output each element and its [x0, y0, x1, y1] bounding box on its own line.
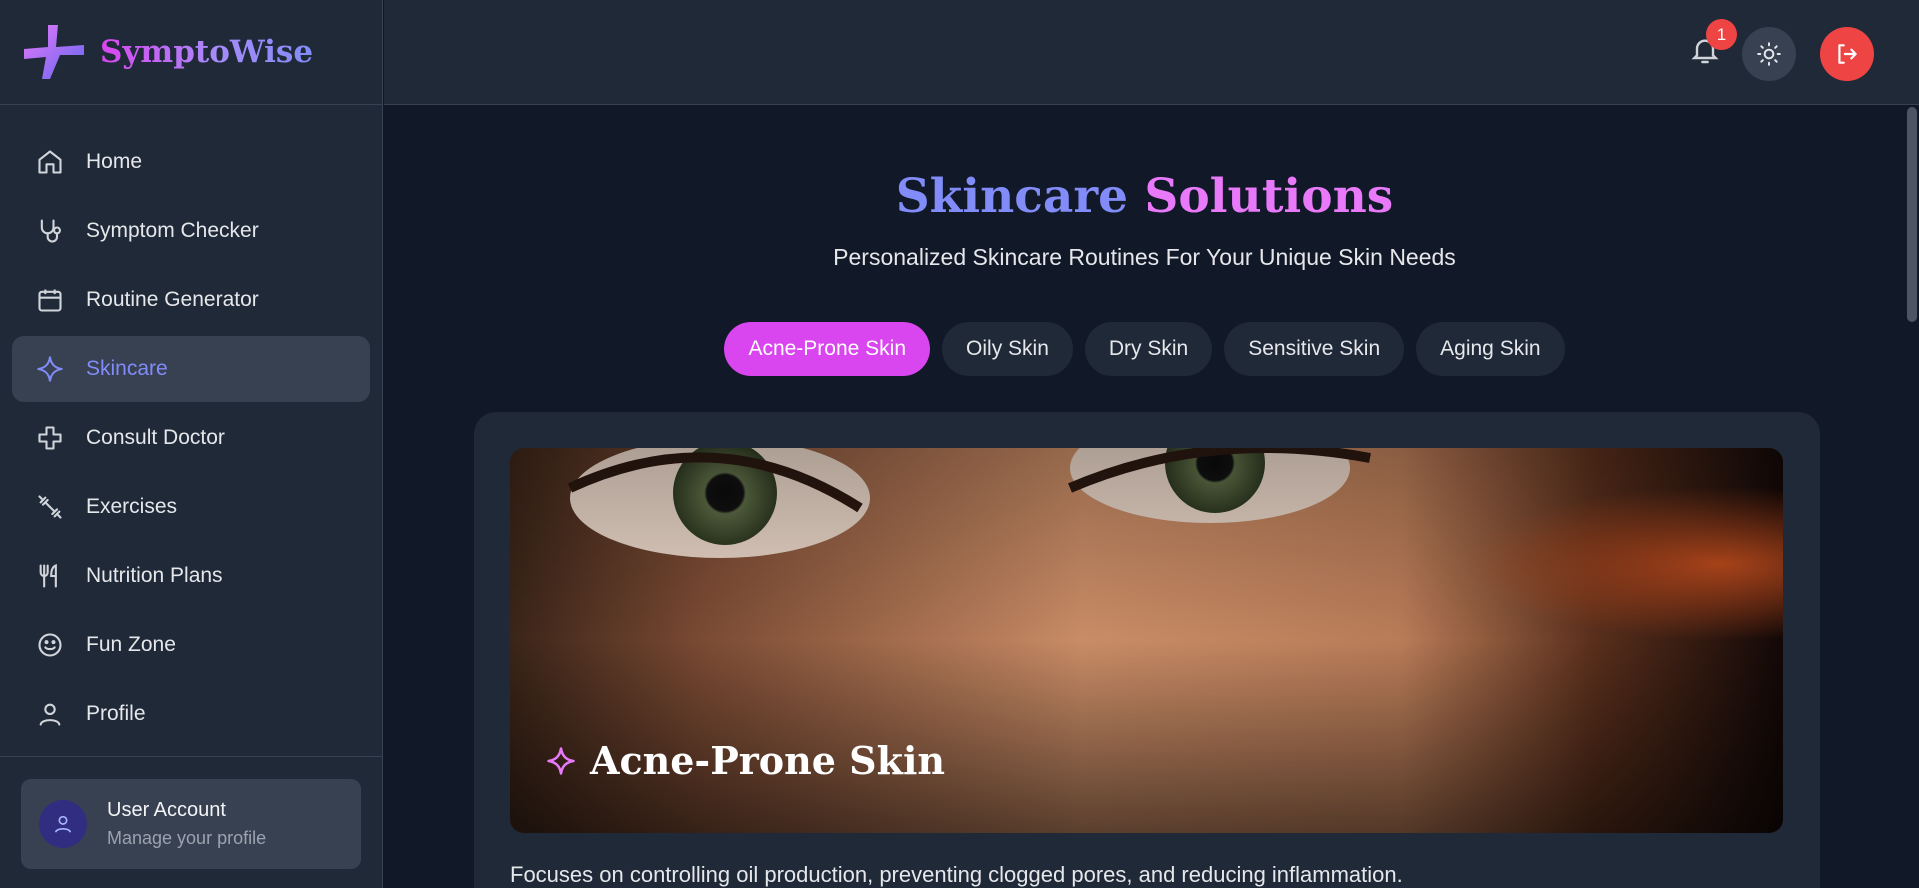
sidebar-item-label: Skincare	[86, 357, 168, 380]
page-title-part1: Skincare	[895, 169, 1129, 224]
brand[interactable]: SymptoWise	[0, 0, 382, 105]
sidebar-item-label: Consult Doctor	[86, 426, 225, 449]
logout-button[interactable]	[1820, 27, 1874, 81]
hero-title: Acne-Prone Skin	[546, 738, 945, 783]
sidebar-item-label: Symptom Checker	[86, 219, 259, 242]
avatar	[39, 800, 87, 848]
sidebar-item-label: Routine Generator	[86, 288, 259, 311]
sidebar-item-routine-generator[interactable]: Routine Generator	[12, 267, 370, 333]
user-icon	[39, 703, 61, 726]
card-description: Focuses on controlling oil production, p…	[510, 862, 1403, 887]
page-subtitle: Personalized Skincare Routines For Your …	[833, 244, 1456, 270]
hero-title-text: Acne-Prone Skin	[590, 738, 946, 783]
skin-type-tabs: Acne-Prone Skin Oily Skin Dry Skin Sensi…	[384, 322, 1905, 376]
sidebar-footer: User Account Manage your profile	[0, 756, 382, 888]
sidebar-item-nutrition-plans[interactable]: Nutrition Plans	[12, 543, 370, 609]
calendar-icon	[38, 289, 62, 312]
skin-type-card: Acne-Prone Skin Focuses on controlling o…	[474, 412, 1820, 888]
theme-toggle-button[interactable]	[1742, 27, 1796, 81]
smile-icon	[38, 633, 62, 657]
notification-badge: 1	[1706, 19, 1737, 50]
sidebar-item-profile[interactable]: Profile	[12, 681, 370, 747]
sidebar-item-label: Fun Zone	[86, 633, 176, 656]
scrollbar-thumb[interactable]	[1907, 107, 1917, 322]
account-card[interactable]: User Account Manage your profile	[21, 779, 361, 869]
sparkle-icon	[37, 356, 63, 382]
main-content: Skincare Solutions Personalized Skincare…	[384, 106, 1905, 888]
tab-sensitive-skin[interactable]: Sensitive Skin	[1224, 322, 1405, 376]
account-name: User Account	[107, 799, 226, 821]
sidebar-item-label: Profile	[86, 702, 146, 725]
page-title-part2: Solutions	[1144, 169, 1394, 224]
sun-icon	[1757, 42, 1781, 66]
sidebar-item-fun-zone[interactable]: Fun Zone	[12, 612, 370, 678]
sparkle-icon	[547, 746, 575, 775]
hero-image: Acne-Prone Skin	[510, 448, 1783, 833]
sidebar-item-home[interactable]: Home	[12, 129, 370, 195]
sidebar-item-label: Home	[86, 150, 143, 173]
user-avatar-icon	[54, 815, 72, 833]
brand-name: SymptoWise	[100, 34, 314, 70]
sidebar-item-skincare[interactable]: Skincare	[12, 336, 370, 402]
tab-dry-skin[interactable]: Dry Skin	[1084, 322, 1213, 376]
utensils-icon	[39, 564, 57, 588]
dumbbell-icon	[38, 495, 62, 519]
medical-cross-icon	[38, 426, 62, 450]
top-header: 1	[384, 0, 1919, 105]
sidebar: SymptoWise Home Symptom Checker Routine …	[0, 0, 383, 888]
sidebar-item-label: Exercises	[86, 495, 178, 518]
page-title: Skincare Solutions	[384, 169, 1905, 224]
brand-logo-icon	[24, 25, 84, 79]
tab-oily-skin[interactable]: Oily Skin	[942, 322, 1073, 376]
tab-acne-prone-skin[interactable]: Acne-Prone Skin	[724, 322, 931, 376]
tab-aging-skin[interactable]: Aging Skin	[1416, 322, 1565, 376]
sidebar-item-exercises[interactable]: Exercises	[12, 474, 370, 540]
home-icon	[38, 150, 62, 174]
sidebar-item-label: Nutrition Plans	[86, 564, 223, 587]
logout-icon	[1838, 44, 1857, 64]
account-subtitle: Manage your profile	[107, 828, 267, 848]
stethoscope-icon	[40, 219, 61, 243]
sidebar-nav: Home Symptom Checker Routine Generator S…	[0, 105, 382, 747]
sidebar-item-symptom-checker[interactable]: Symptom Checker	[12, 198, 370, 264]
sidebar-item-consult-doctor[interactable]: Consult Doctor	[12, 405, 370, 471]
